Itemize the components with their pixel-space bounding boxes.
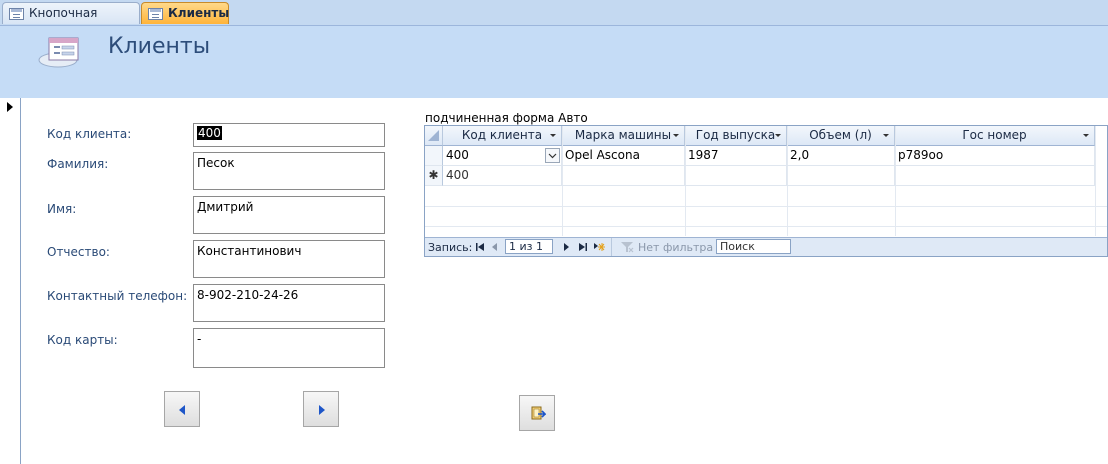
row-selector[interactable]: [425, 146, 443, 166]
table-cell-plate[interactable]: р789оо: [895, 146, 1095, 166]
dropdown-arrow-icon: [775, 134, 781, 137]
form-icon: [9, 8, 24, 20]
tab-switchboard[interactable]: Кнопочная форма: [2, 2, 140, 41]
column-header-client-code[interactable]: Код клиента: [443, 126, 562, 146]
card-code-field[interactable]: -: [193, 328, 385, 368]
subform-label: подчиненная форма Авто: [425, 111, 588, 125]
new-row-cell[interactable]: [787, 166, 895, 186]
label-last-name: Фамилия:: [47, 157, 109, 171]
column-header-label: Код клиента: [461, 128, 543, 142]
record-label: Запись:: [428, 241, 473, 254]
dropdown-arrow-icon: [673, 134, 679, 137]
combo-dropdown-button[interactable]: [545, 148, 560, 163]
grid-line: [1095, 126, 1096, 236]
new-row-cell[interactable]: [562, 166, 685, 186]
arrow-right-icon: [319, 405, 325, 415]
label-first-name: Имя:: [47, 202, 77, 216]
new-record-marker[interactable]: ✱: [425, 166, 443, 186]
last-name-field[interactable]: Песок: [193, 152, 385, 190]
last-record-icon[interactable]: [578, 242, 588, 252]
grid-line: [425, 206, 1107, 207]
phone-field[interactable]: 8-902-210-24-26: [193, 284, 385, 322]
next-record-icon[interactable]: [563, 242, 571, 252]
dropdown-arrow-icon: [550, 134, 556, 137]
dropdown-arrow-icon: [883, 134, 889, 137]
no-filter-button[interactable]: Нет фильтра: [638, 241, 713, 254]
table-cell-year[interactable]: 1987: [685, 146, 787, 166]
subform-cars-datasheet: Код клиента Марка машины Год выпуска Объ…: [424, 125, 1108, 257]
select-all-button[interactable]: [425, 126, 443, 146]
client-code-value: 400: [197, 126, 222, 140]
separator: [611, 238, 612, 256]
record-position-field[interactable]: 1 из 1: [505, 239, 553, 254]
previous-record-button[interactable]: [164, 391, 200, 427]
column-header-label: Гос номер: [962, 128, 1027, 142]
label-patronymic: Отчество:: [47, 245, 110, 259]
cell-value: 400: [446, 148, 469, 162]
select-all-icon: [428, 130, 439, 141]
first-record-icon[interactable]: [475, 242, 485, 252]
new-row-cell[interactable]: [685, 166, 787, 186]
column-header-car-make[interactable]: Марка машины: [562, 126, 685, 146]
close-form-button[interactable]: [519, 395, 555, 431]
record-navigation-bar: Запись: 1 из 1 Нет фильтра Поиск: [425, 237, 1107, 256]
column-header-label: Год выпуска: [695, 128, 776, 142]
client-code-field[interactable]: 400: [193, 123, 385, 147]
tab-clients[interactable]: Клиенты: [141, 2, 229, 24]
filter-icon: [621, 242, 634, 253]
grid-line: [425, 226, 1107, 227]
new-row-client-code[interactable]: 400: [443, 166, 562, 186]
search-input[interactable]: Поиск: [716, 239, 791, 254]
table-cell-car-make[interactable]: Opel Ascona: [562, 146, 685, 166]
column-header-plate[interactable]: Гос номер: [895, 126, 1095, 146]
column-header-volume[interactable]: Объем (л): [787, 126, 895, 146]
label-client-code: Код клиента:: [47, 127, 132, 141]
form-title: Клиенты: [108, 34, 211, 59]
form-header-icon: [38, 37, 79, 68]
table-cell-volume[interactable]: 2,0: [787, 146, 895, 166]
previous-record-icon[interactable]: [491, 242, 499, 252]
column-header-label: Объем (л): [809, 128, 872, 142]
label-phone: Контактный телефон:: [47, 289, 188, 303]
column-header-year[interactable]: Год выпуска: [685, 126, 787, 146]
next-record-button[interactable]: [303, 391, 339, 427]
new-record-icon[interactable]: [593, 241, 605, 253]
new-row-cell[interactable]: [895, 166, 1095, 186]
dropdown-arrow-icon: [1083, 134, 1089, 137]
arrow-left-icon: [179, 405, 185, 415]
current-record-arrow-icon: [7, 102, 13, 112]
table-cell-client-code[interactable]: 400: [443, 146, 562, 166]
column-header-label: Марка машины: [574, 128, 672, 142]
label-card-code: Код карты:: [47, 333, 118, 347]
form-icon: [148, 8, 163, 20]
tab-label: Клиенты: [168, 6, 230, 20]
exit-door-icon: [531, 406, 546, 420]
chevron-down-icon: [548, 153, 557, 159]
record-selector[interactable]: [0, 98, 21, 464]
first-name-field[interactable]: Дмитрий: [193, 196, 385, 234]
patronymic-field[interactable]: Константинович: [193, 240, 385, 278]
